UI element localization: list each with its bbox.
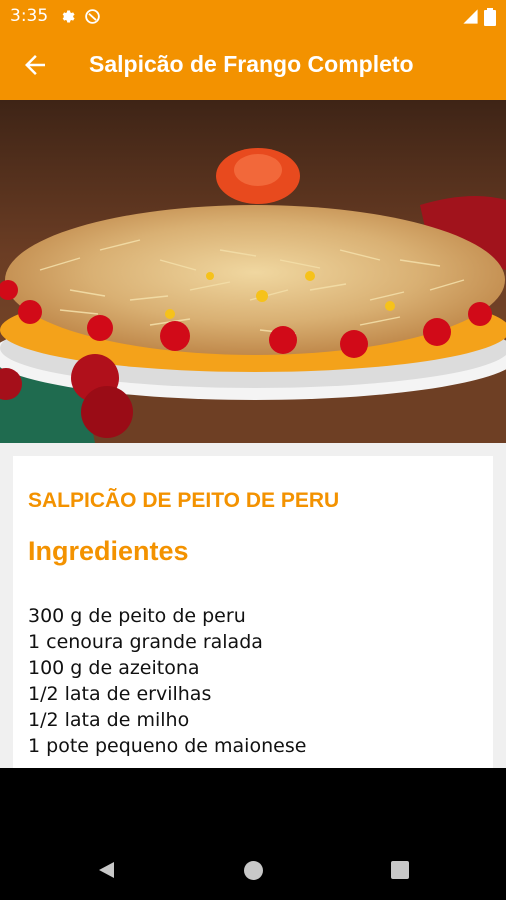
recipe-content: SALPICÃO DE PEITO DE PERU Ingredientes 3… (0, 443, 506, 768)
ingredient-item: 100 g de azeitona (28, 657, 200, 679)
arrow-left-icon[interactable] (20, 50, 50, 80)
ingredients-heading: Ingredientes (28, 536, 189, 566)
gear-icon (58, 8, 75, 30)
recents-nav-icon[interactable] (391, 861, 409, 884)
recipe-card: SALPICÃO DE PEITO DE PERU Ingredientes 3… (13, 456, 493, 768)
recipe-photo (0, 100, 506, 443)
ingredient-item: 1/2 lata de milho (28, 709, 190, 731)
recipe-title: SALPICÃO DE PEITO DE PERU (28, 489, 340, 512)
back-nav-icon[interactable] (96, 860, 116, 885)
do-not-disturb-icon (84, 8, 101, 30)
ingredient-item: 1/2 lata de ervilhas (28, 683, 212, 705)
status-bar: 3:35 (0, 0, 506, 32)
status-time: 3:35 (10, 6, 49, 26)
ingredient-item: 1 pote pequeno de maionese (28, 735, 307, 757)
home-nav-icon[interactable] (244, 861, 263, 885)
ingredient-item: 1 cenoura grande ralada (28, 631, 263, 653)
system-nav-bar (0, 768, 506, 900)
ingredient-item: 300 g de peito de peru (28, 605, 246, 627)
battery-icon (484, 8, 496, 31)
page-title: Salpicão de Frango Completo (89, 51, 414, 77)
app-bar: Salpicão de Frango Completo (0, 32, 506, 100)
signal-icon (462, 8, 479, 30)
ingredients-list: 300 g de peito de peru 1 cenoura grande … (28, 603, 306, 759)
